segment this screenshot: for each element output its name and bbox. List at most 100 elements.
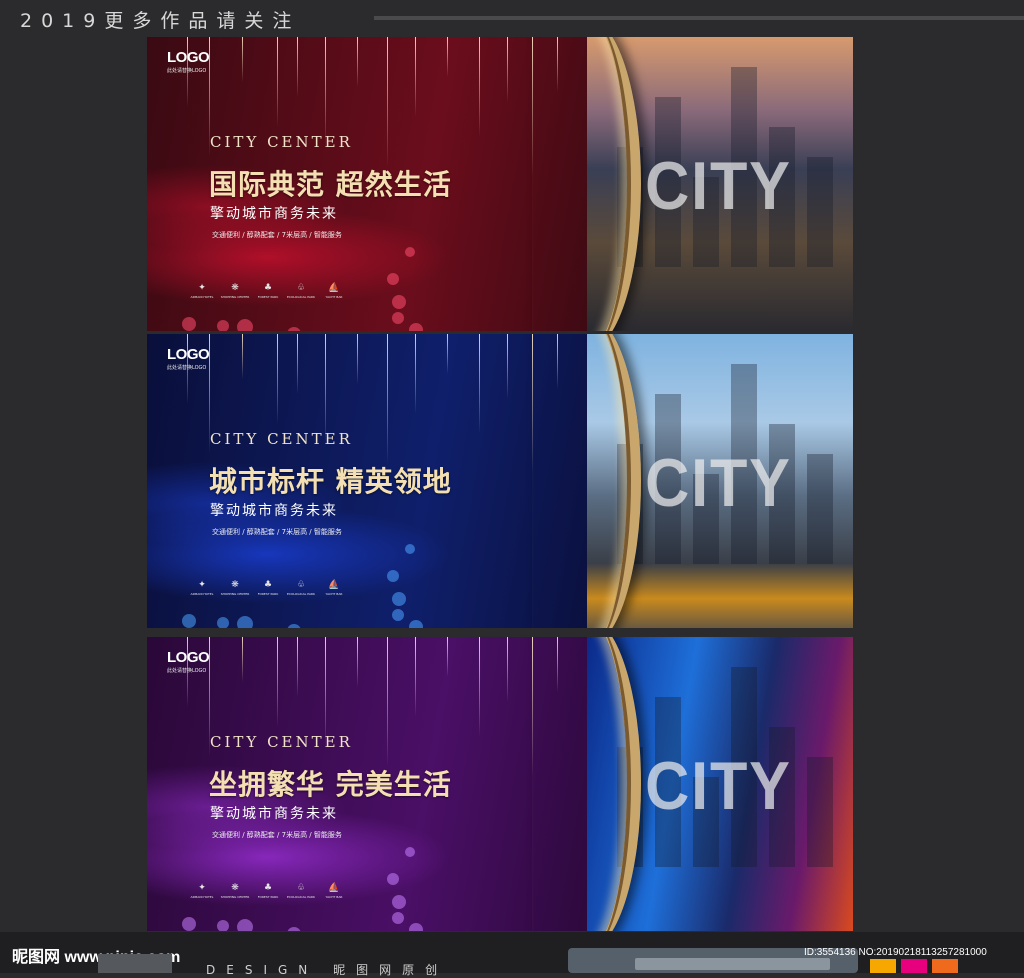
bokeh-dot (387, 873, 399, 885)
yacht-icon: ⛵ (328, 580, 340, 590)
amenity-label: YACHT BAR (325, 295, 343, 299)
light-streak (447, 637, 448, 677)
logo-sub: 此处请替换LOGO (167, 68, 207, 74)
bokeh-dot (409, 923, 423, 931)
light-streak (242, 334, 243, 379)
light-streak (325, 334, 326, 444)
bokeh-dot (392, 312, 404, 324)
photo-city-word: CITY (645, 445, 792, 521)
photo-city-word: CITY (645, 148, 792, 224)
bokeh-dot (387, 570, 399, 582)
light-streak (387, 37, 388, 167)
yacht-icon: ⛵ (328, 283, 340, 293)
bokeh-dot (409, 323, 423, 331)
feature-list: 交通便利 / 醇熟配套 / 7米层高 / 智能服务 (212, 231, 342, 239)
bokeh-dot (217, 617, 229, 628)
light-streak (242, 637, 243, 682)
bokeh-dot (392, 295, 406, 309)
feature-list: 交通便利 / 醇熟配套 / 7米层高 / 智能服务 (212, 831, 342, 839)
light-streak (447, 37, 448, 77)
banner-red: CITY LOGO 此处请替换LOGO CITY CENTER 国际典范 超然生活 擎动城… (147, 37, 853, 331)
headline: 坐拥繁华 完美生活 (209, 768, 452, 801)
logo-sub: 此处请替换LOGO (167, 365, 207, 371)
light-streak (357, 637, 358, 687)
bokeh-dot (217, 320, 229, 331)
building-shape (807, 157, 833, 267)
light-streak (479, 37, 480, 137)
logo: LOGO (167, 49, 210, 66)
bokeh-dot (392, 895, 406, 909)
header-title: 2019更多作品请关注 (20, 10, 301, 32)
light-streak (277, 637, 278, 727)
bokeh-dot (182, 614, 196, 628)
light-streak (507, 637, 508, 702)
light-streak (507, 37, 508, 102)
bokeh-dot (217, 920, 229, 931)
page-header: 2019更多作品请关注 (0, 0, 1024, 36)
subhead: 擎动城市商务未来 (210, 806, 338, 822)
bokeh-dot (387, 273, 399, 285)
light-streak (387, 637, 388, 767)
building-shape (807, 454, 833, 564)
bokeh-dot (237, 616, 253, 628)
amenity-item: ⛵ YACHT BAR (314, 883, 354, 899)
subhead: 擎动城市商务未来 (210, 503, 338, 519)
light-streak (507, 334, 508, 399)
bokeh-dot (237, 319, 253, 331)
headline: 国际典范 超然生活 (209, 168, 452, 201)
light-streak (277, 334, 278, 424)
light-streak (415, 37, 416, 117)
bokeh-dot (392, 609, 404, 621)
banner-blue: CITY LOGO 此处请替换LOGO CITY CENTER 城市标杆 精英领地擎动城… (147, 334, 853, 628)
amenity-row: ✦ ARMANI HOTEL ❋ SHOPPING CENTER ♣ FOREST PAR… (182, 883, 382, 903)
watermark-bar-inner (635, 958, 830, 970)
bokeh-dot (409, 620, 423, 628)
logo: LOGO (167, 649, 210, 666)
amenity-row: ✦ ARMANI HOTEL ❋ SHOPPING CENTER ♣ FOREST PAR… (182, 580, 382, 600)
gold-arc-inner (547, 37, 631, 331)
yacht-icon: ⛵ (328, 883, 340, 893)
photo-city-word: CITY (645, 748, 792, 824)
light-streak (447, 334, 448, 374)
gold-arc-inner (547, 334, 631, 628)
gold-arc-inner (547, 637, 631, 931)
bokeh-dot (182, 917, 196, 931)
light-streak (415, 637, 416, 717)
amenity-row: ✦ ARMANI HOTEL ❋ SHOPPING CENTER ♣ FOREST PAR… (182, 283, 382, 303)
city-center-label: CITY CENTER (210, 430, 353, 448)
avatar (98, 954, 172, 973)
subhead: 擎动城市商务未来 (210, 206, 338, 222)
amenity-item: ⛵ YACHT BAR (314, 283, 354, 299)
bokeh-dot (392, 592, 406, 606)
light-streak (277, 37, 278, 127)
light-streak (242, 37, 243, 82)
amenity-label: YACHT BAR (325, 895, 343, 899)
light-streak (415, 334, 416, 414)
watermark-design: DESIGN 昵图网原创 (206, 963, 449, 977)
swatch-2 (901, 959, 927, 973)
city-center-label: CITY CENTER (210, 733, 353, 751)
bokeh-dot (405, 847, 415, 857)
feature-list: 交通便利 / 醇熟配套 / 7米层高 / 智能服务 (212, 528, 342, 536)
amenity-label: YACHT BAR (325, 592, 343, 596)
headline: 城市标杆 精英领地 (209, 465, 452, 498)
amenity-item: ⛵ YACHT BAR (314, 580, 354, 596)
building-shape (807, 757, 833, 867)
light-streak (325, 37, 326, 147)
light-streak (297, 637, 298, 697)
light-streak (325, 637, 326, 747)
light-streak (357, 37, 358, 87)
light-streak (479, 334, 480, 434)
logo: LOGO (167, 346, 210, 363)
header-divider (374, 16, 1024, 20)
swatch-3 (932, 959, 958, 973)
light-streak (479, 637, 480, 737)
bokeh-dot (405, 544, 415, 554)
swatch-1 (870, 959, 896, 973)
bokeh-dot (237, 919, 253, 931)
light-streak (387, 334, 388, 464)
light-streak (297, 334, 298, 394)
light-streak (297, 37, 298, 97)
watermark-id: ID:3554136 NO:20190218113257281000 (804, 947, 987, 958)
bokeh-dot (182, 317, 196, 331)
